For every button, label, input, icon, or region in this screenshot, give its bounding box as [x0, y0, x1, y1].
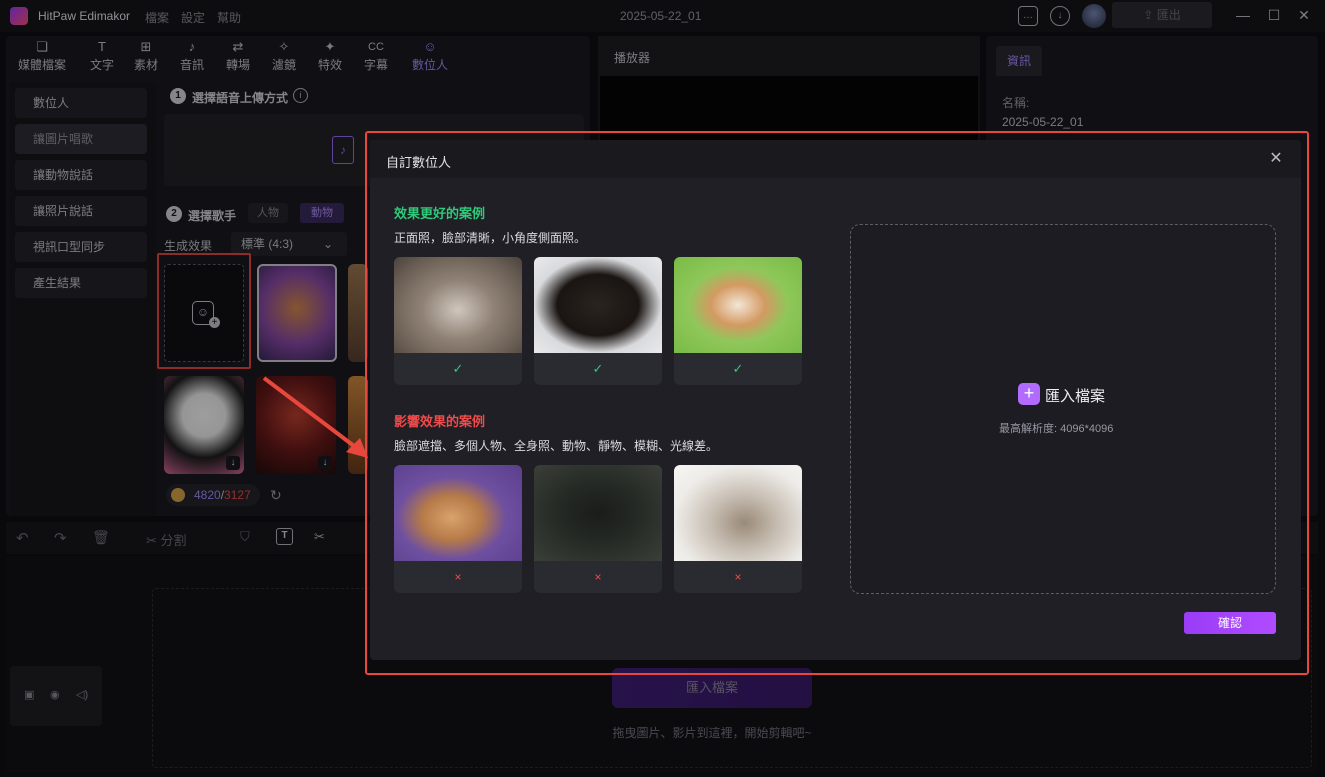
annotation-arrow [262, 376, 368, 458]
highlight-box [365, 131, 1309, 675]
